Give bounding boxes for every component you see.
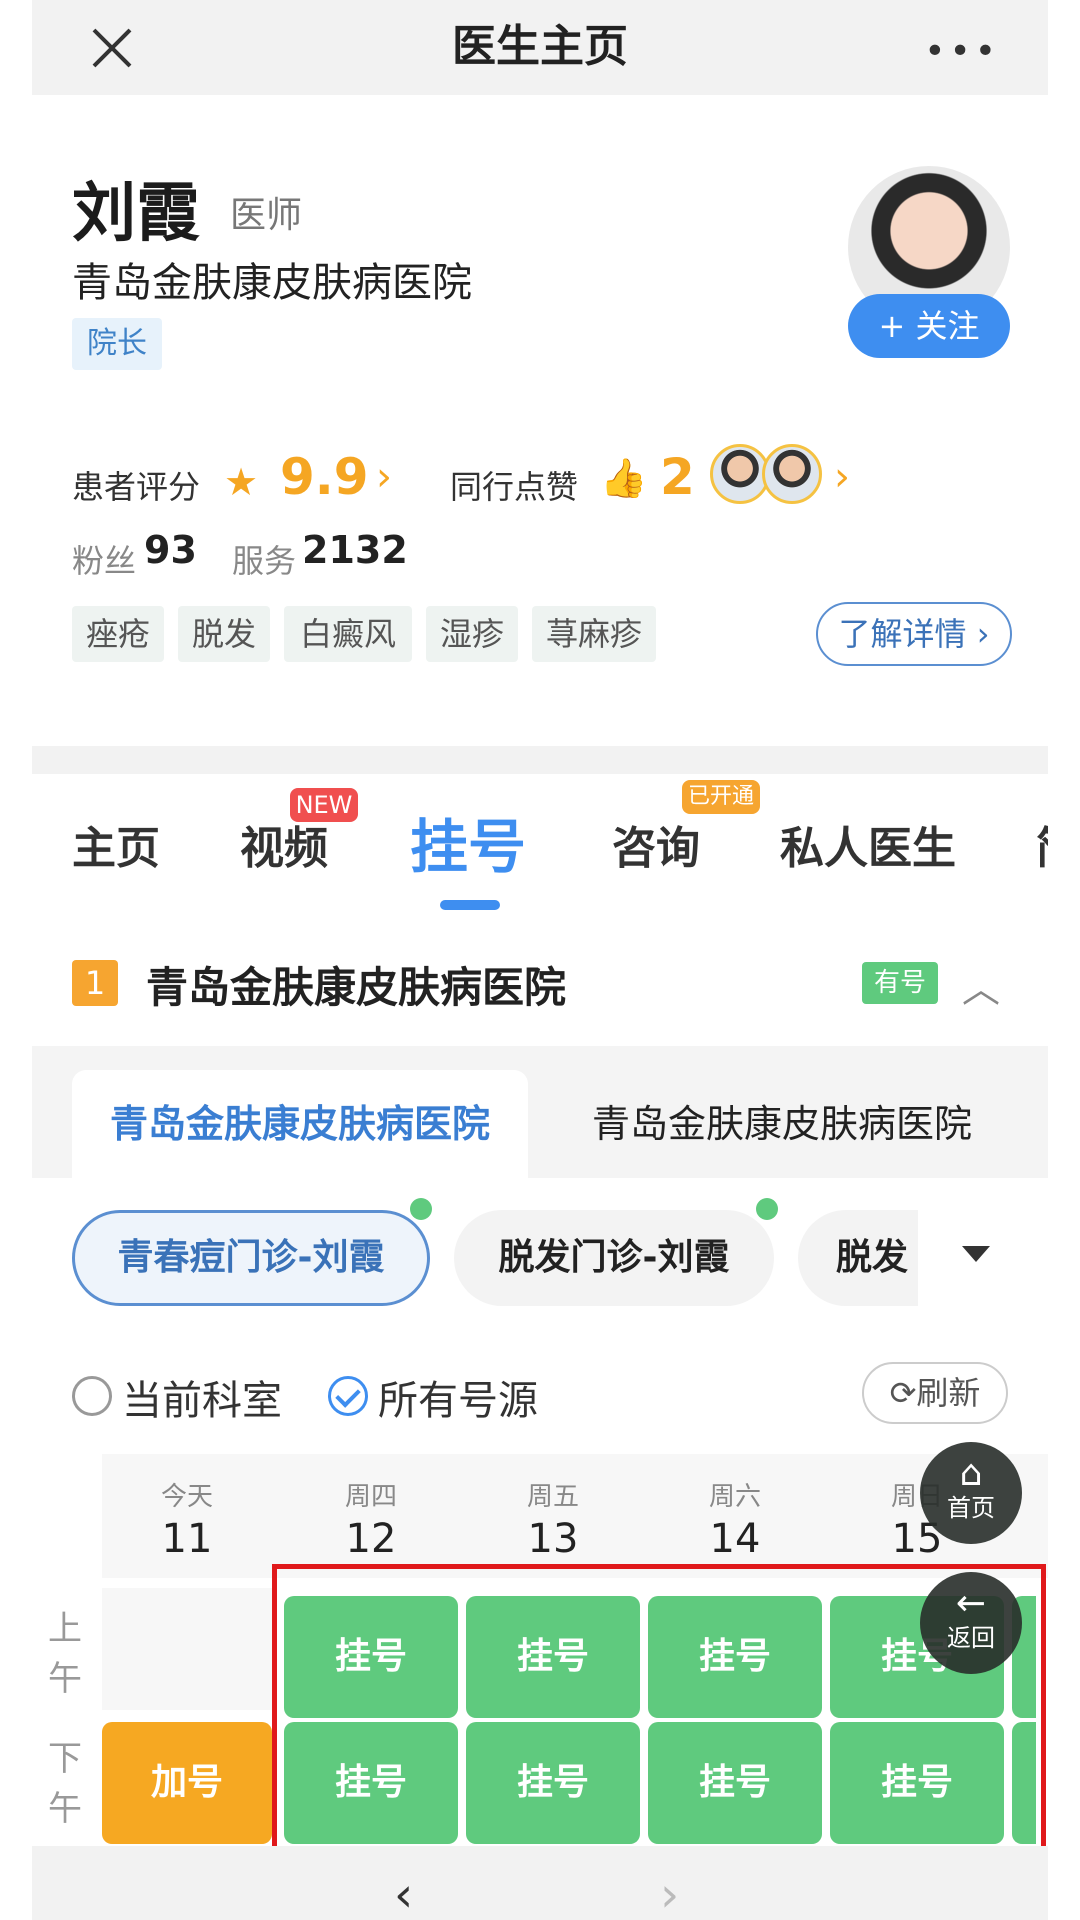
section-title: 青岛金肤康皮肤病医院: [146, 963, 567, 1012]
chevron-right-icon[interactable]: ›: [376, 454, 392, 500]
doctor-homepage: 医生主页 ••• 刘霞 医师 青岛金肤康皮肤病医院 院长 + 关注 患者评分 ★…: [0, 0, 1080, 1920]
star-icon: ★: [224, 460, 259, 504]
doctor-title: 医师: [230, 195, 303, 236]
active-tab-indicator: [440, 900, 500, 910]
peer-likes-count[interactable]: 2: [660, 448, 695, 506]
specialty-chip[interactable]: 脱发: [178, 606, 270, 662]
learn-more-button[interactable]: 了解详情 ›: [816, 602, 1012, 666]
home-icon: ⌂: [959, 1453, 983, 1494]
service-label: 服务: [232, 542, 297, 580]
weekday-label: 周六: [708, 1482, 761, 1512]
back-label: 返回: [947, 1624, 995, 1652]
tab-register[interactable]: 挂号: [410, 800, 526, 884]
peer-avatar[interactable]: [762, 444, 822, 504]
hospital-tabs: 青岛金肤康皮肤病医院 青岛金肤康皮肤病医院: [32, 1046, 1048, 1178]
radio-all-sources[interactable]: [328, 1376, 368, 1416]
position-tag: 院长: [72, 318, 162, 370]
weekday-label: 周五: [526, 1482, 579, 1512]
department-pill[interactable]: 脱发门诊-刘霞: [454, 1210, 774, 1306]
tab-consult[interactable]: 咨询: [612, 812, 700, 876]
tab-private-doctor[interactable]: 私人医生: [780, 812, 956, 876]
department-pill-active[interactable]: 青春痘门诊-刘霞: [72, 1210, 430, 1306]
afternoon-label: 下午: [48, 1739, 82, 1829]
date-label: 13: [527, 1516, 579, 1562]
pager-bar: [32, 1846, 1048, 1920]
peer-avatar[interactable]: [710, 444, 770, 504]
all-sources-label[interactable]: 所有号源: [378, 1368, 538, 1426]
available-dot: [410, 1198, 432, 1220]
doctor-hospital: 青岛金肤康皮肤病医院: [72, 260, 472, 306]
refresh-label: 刷新: [916, 1374, 981, 1412]
more-icon[interactable]: •••: [924, 34, 1000, 70]
available-dot: [756, 1198, 778, 1220]
chevron-up-icon[interactable]: ︿: [962, 958, 1000, 1013]
back-arrow-icon: ←: [955, 1583, 987, 1624]
follow-button[interactable]: + 关注: [848, 294, 1010, 358]
weekday-label: 今天: [160, 1482, 213, 1512]
learn-more-label: 了解详情: [838, 615, 967, 653]
date-label: 11: [161, 1516, 213, 1562]
new-badge: NEW: [290, 788, 358, 822]
refresh-button[interactable]: ⟳刷新: [862, 1362, 1008, 1424]
chevron-left-icon[interactable]: ‹: [394, 1870, 413, 1920]
home-label: 首页: [947, 1494, 995, 1522]
date-label: 14: [709, 1516, 761, 1562]
page-title: 医生主页: [452, 21, 628, 72]
patient-score[interactable]: 9.9: [280, 448, 369, 506]
tab-home[interactable]: 主页: [72, 812, 160, 876]
empty-slot: [102, 1588, 272, 1710]
tab-overflow[interactable]: 简: [1036, 812, 1048, 876]
availability-badge: 有号: [862, 962, 938, 1004]
specialty-chip[interactable]: 荨麻疹: [532, 606, 656, 662]
chevron-right-icon[interactable]: ›: [660, 1870, 679, 1920]
specialty-chip[interactable]: 痤疮: [72, 606, 164, 662]
specialty-chip[interactable]: 白癜风: [284, 606, 412, 662]
current-dept-label[interactable]: 当前科室: [122, 1368, 282, 1426]
section-number: 1: [72, 960, 118, 1006]
peer-likes-label: 同行点赞: [450, 468, 579, 506]
hospital-tab[interactable]: 青岛金肤康皮肤病医院: [542, 1070, 1022, 1178]
specialty-chip[interactable]: 湿疹: [426, 606, 518, 662]
weekday-label: 周四: [344, 1482, 397, 1512]
date-label: 12: [345, 1516, 397, 1562]
department-pill[interactable]: 脱发: [798, 1210, 918, 1306]
extra-slot-button[interactable]: 加号: [102, 1722, 272, 1844]
fans-label: 粉丝: [72, 542, 137, 580]
dropdown-arrow-icon[interactable]: [962, 1246, 990, 1262]
opened-badge: 已开通: [682, 780, 760, 814]
morning-label: 上午: [48, 1609, 82, 1699]
hospital-tab-active[interactable]: 青岛金肤康皮肤病医院: [72, 1070, 528, 1178]
top-nav-bar: 医生主页 •••: [32, 0, 1048, 95]
home-floating-button[interactable]: ⌂ 首页: [920, 1442, 1022, 1544]
service-count: 2132: [302, 528, 408, 572]
thumbs-up-icon: 👍: [600, 456, 648, 500]
chevron-right-icon[interactable]: ›: [834, 454, 850, 500]
section-divider: [32, 746, 1048, 774]
fans-count: 93: [144, 528, 197, 572]
radio-current-dept[interactable]: [72, 1376, 112, 1416]
doctor-name: 刘霞: [72, 177, 200, 251]
back-floating-button[interactable]: ← 返回: [920, 1572, 1022, 1674]
patient-score-label: 患者评分: [72, 468, 201, 506]
